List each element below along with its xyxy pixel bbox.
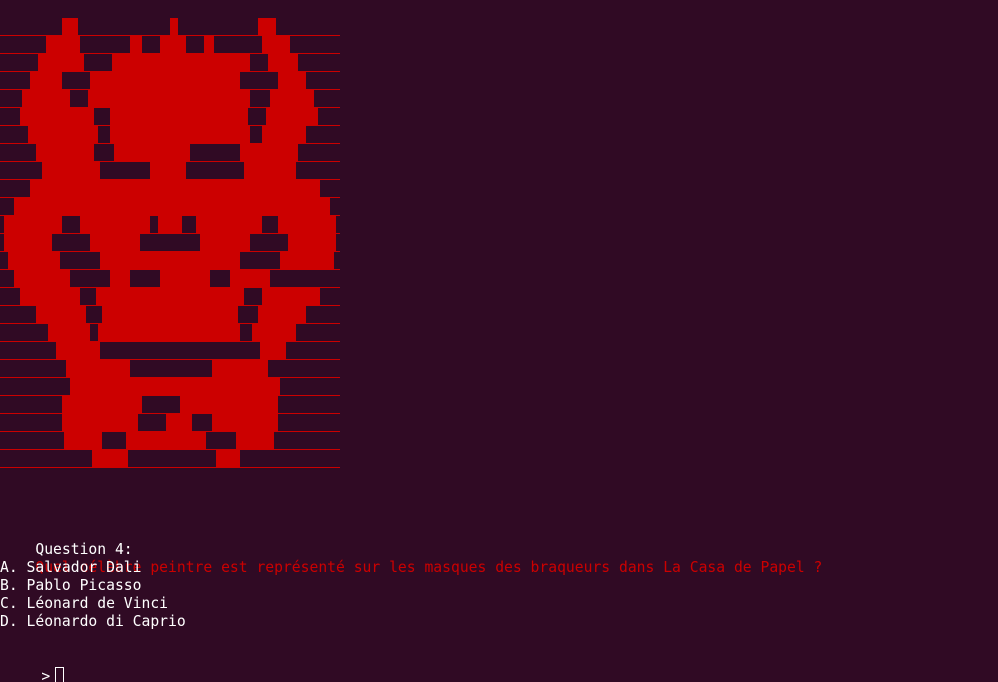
question-line: Question 4: Quel célèbre peintre est rep… — [0, 523, 822, 576]
art-block — [278, 216, 336, 234]
question-text: Quel célèbre peintre est représenté sur … — [35, 559, 823, 576]
art-block — [46, 36, 80, 54]
art-block — [102, 306, 238, 324]
art-scanline — [0, 467, 340, 468]
art-block — [96, 288, 244, 306]
art-block — [28, 126, 98, 144]
art-block — [240, 144, 298, 162]
art-block — [62, 18, 78, 36]
art-block — [22, 90, 70, 108]
art-block — [262, 36, 290, 54]
art-scanline — [0, 377, 340, 378]
option-c: C. Léonard de Vinci — [0, 595, 169, 612]
art-block — [90, 72, 240, 90]
art-block — [36, 306, 86, 324]
art-block — [70, 378, 280, 396]
question-label: Question 4: — [35, 541, 133, 558]
art-block — [98, 324, 240, 342]
terminal-window: Question 4: Quel célèbre peintre est rep… — [0, 0, 998, 682]
art-block — [216, 450, 240, 468]
art-block — [196, 216, 262, 234]
art-block — [20, 108, 94, 126]
art-block — [260, 342, 286, 360]
art-block — [252, 324, 296, 342]
art-block — [158, 216, 182, 234]
art-block — [80, 216, 150, 234]
option-d: D. Léonardo di Caprio — [0, 613, 186, 630]
art-block — [110, 126, 250, 144]
prompt-symbol: > — [41, 668, 51, 682]
art-block — [88, 90, 250, 108]
art-block — [204, 36, 214, 54]
art-block — [166, 414, 192, 432]
art-block — [100, 252, 240, 270]
art-block — [66, 360, 130, 378]
art-block — [268, 54, 298, 72]
art-block — [230, 270, 270, 288]
art-block — [270, 90, 314, 108]
art-block — [30, 180, 320, 198]
art-block — [4, 216, 62, 234]
art-block — [90, 234, 140, 252]
art-scanline — [0, 413, 340, 414]
art-block — [150, 162, 186, 180]
art-block — [258, 306, 306, 324]
art-block — [266, 108, 318, 126]
art-block — [112, 54, 250, 72]
art-block — [200, 234, 250, 252]
art-block — [126, 432, 206, 450]
art-block — [62, 396, 142, 414]
art-block — [62, 414, 138, 432]
art-block — [110, 108, 248, 126]
art-block — [278, 72, 306, 90]
art-block — [110, 270, 130, 288]
art-scanline — [0, 359, 340, 360]
art-block — [288, 234, 336, 252]
art-block — [258, 18, 276, 36]
art-block — [56, 342, 100, 360]
text-cursor[interactable] — [55, 667, 65, 682]
option-a: A. Salvador Dali — [0, 559, 142, 576]
art-block — [42, 162, 100, 180]
art-block — [244, 162, 296, 180]
art-block — [14, 198, 330, 216]
ascii-art-mask — [0, 18, 340, 468]
art-block — [180, 396, 278, 414]
art-block — [160, 270, 210, 288]
art-block — [20, 288, 80, 306]
art-block — [280, 252, 334, 270]
art-block — [160, 36, 186, 54]
art-block — [14, 270, 70, 288]
art-block — [8, 252, 60, 270]
art-block — [30, 72, 62, 90]
art-block — [212, 360, 268, 378]
art-block — [48, 324, 90, 342]
art-block — [236, 432, 274, 450]
art-block — [170, 18, 178, 36]
art-block — [262, 288, 320, 306]
art-block — [38, 54, 84, 72]
input-prompt[interactable]: > — [6, 649, 65, 682]
art-block — [64, 432, 102, 450]
art-block — [114, 144, 190, 162]
art-block — [130, 36, 142, 54]
art-block — [212, 414, 278, 432]
art-block — [92, 450, 128, 468]
option-b: B. Pablo Picasso — [0, 577, 142, 594]
art-block — [4, 234, 52, 252]
art-block — [262, 126, 306, 144]
art-block — [36, 144, 94, 162]
